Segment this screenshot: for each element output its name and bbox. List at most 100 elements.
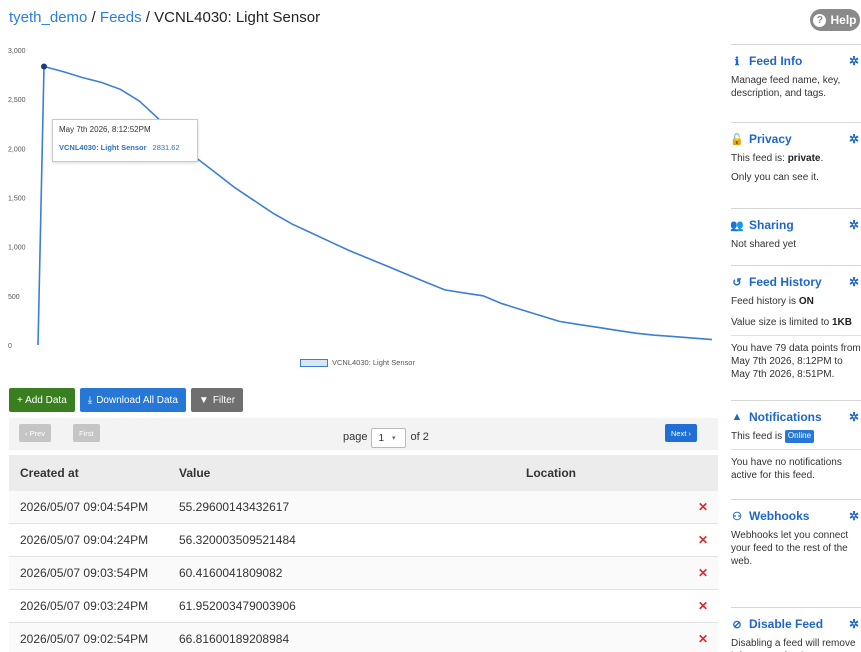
page-total: of 2 — [410, 431, 429, 443]
tooltip-value: 2831.62 — [152, 143, 180, 152]
disable-feed-heading[interactable]: ⊘ Disable Feed ✲ — [731, 617, 861, 631]
help-label: Help — [830, 13, 857, 27]
y-tick-label: 0 — [8, 343, 12, 350]
breadcrumb-user-link[interactable]: tyeth_demo — [9, 9, 87, 26]
line-chart: 0 500 1,000 1,500 2,000 2,500 3,000 May 7th 20… — [0, 40, 715, 380]
page-indicator: page 1 ▾ of 2 — [343, 426, 429, 448]
tooltip-series-name: VCNL4030: Light Sensor — [59, 143, 147, 152]
privacy-status-value: private — [787, 153, 821, 164]
warning-icon: ▲ — [731, 411, 743, 423]
history-size-value: 1KB — [831, 317, 852, 328]
privacy-note: Only you can see it. — [731, 172, 819, 183]
page-label: page — [343, 431, 368, 443]
cell-value: 66.81600189208984 — [179, 632, 290, 646]
ban-icon: ⊘ — [732, 618, 742, 631]
info-icon: ℹ — [734, 55, 740, 68]
cell-value: 60.4160041809082 — [179, 566, 283, 580]
table-row: 2026/05/07 09:04:24PM 56.320003509521484… — [9, 524, 718, 557]
header-created-at[interactable]: Created at — [20, 466, 79, 480]
prev-page-button[interactable]: ‹ Prev — [19, 424, 52, 442]
cell-created-at: 2026/05/07 09:03:54PM — [20, 566, 149, 580]
data-table: Created at Value Location 2026/05/07 09:… — [9, 455, 718, 652]
help-icon: ? — [813, 13, 827, 27]
gear-icon[interactable]: ✲ — [849, 410, 859, 424]
history-status-value: ON — [798, 296, 814, 307]
sharing-title: Sharing — [749, 218, 794, 232]
delete-icon[interactable]: ✕ — [698, 566, 708, 580]
table-header: Created at Value Location — [9, 455, 718, 491]
add-data-button[interactable]: + Add Data — [9, 388, 75, 412]
next-page-button[interactable]: Next › — [665, 424, 698, 442]
delete-icon[interactable]: ✕ — [698, 599, 708, 613]
history-points-text: You have 79 data points from May 7th 202… — [731, 335, 861, 381]
notifications-status-prefix: This feed is — [731, 431, 785, 442]
breadcrumb-feeds-link[interactable]: Feeds — [100, 9, 142, 26]
webhooks-text: Webhooks let you connect your feed to th… — [731, 530, 849, 567]
gear-icon[interactable]: ✲ — [849, 275, 859, 289]
feed-history-panel: ↺ Feed History ✲ Feed history is ON Valu… — [731, 265, 861, 381]
users-icon: 👥 — [730, 219, 744, 232]
highlighted-point[interactable] — [41, 63, 47, 70]
y-tick-label: 3,000 — [8, 48, 26, 55]
feed-info-title: Feed Info — [749, 54, 803, 68]
y-tick-label: 500 — [8, 294, 20, 301]
chevron-down-icon: ▾ — [392, 435, 396, 442]
chart-legend[interactable]: VCNL4030: Light Sensor — [300, 358, 415, 367]
header-value[interactable]: Value — [179, 466, 210, 480]
history-status-prefix: Feed history is — [731, 296, 799, 307]
delete-icon[interactable]: ✕ — [698, 500, 708, 514]
feed-info-heading[interactable]: ℹ Feed Info ✲ — [731, 54, 861, 68]
download-label: Download All Data — [96, 394, 178, 406]
y-tick-label: 1,000 — [8, 245, 26, 252]
download-all-button[interactable]: ⤓ Download All Data — [79, 388, 186, 412]
notifications-text: You have no notifications active for thi… — [731, 449, 861, 482]
gear-icon[interactable]: ✲ — [849, 218, 859, 232]
gear-icon[interactable]: ✲ — [849, 617, 859, 631]
first-page-button[interactable]: First — [73, 424, 100, 442]
page-select-value: 1 — [378, 432, 385, 444]
header-location[interactable]: Location — [526, 466, 576, 480]
history-status: Feed history is ON — [731, 295, 861, 308]
feed-history-heading[interactable]: ↺ Feed History ✲ — [731, 275, 861, 289]
cell-created-at: 2026/05/07 09:02:54PM — [20, 632, 149, 646]
gear-icon[interactable]: ✲ — [849, 509, 859, 523]
privacy-status-suffix: . — [820, 153, 824, 164]
privacy-status-prefix: This feed is: — [731, 153, 788, 164]
cell-value: 55.29600143432617 — [179, 500, 290, 514]
notifications-heading[interactable]: ▲ Notifications ✲ — [731, 410, 861, 424]
page-select[interactable]: 1 ▾ — [371, 428, 407, 448]
gear-icon[interactable]: ✲ — [849, 54, 859, 68]
y-tick-label: 2,000 — [8, 146, 26, 153]
webhook-icon: ⚇ — [732, 510, 742, 523]
y-tick-label: 2,500 — [8, 97, 26, 104]
cell-created-at: 2026/05/07 09:04:54PM — [20, 500, 149, 514]
sharing-heading[interactable]: 👥 Sharing ✲ — [730, 218, 861, 232]
cell-value: 56.320003509521484 — [179, 533, 296, 547]
help-button[interactable]: ? Help — [810, 9, 860, 31]
sharing-text: Not shared yet — [731, 239, 797, 250]
chart-canvas: 0 500 1,000 1,500 2,000 2,500 3,000 — [8, 48, 713, 350]
download-icon: ⤓ — [87, 394, 93, 406]
y-tick-label: 1,500 — [8, 196, 26, 203]
privacy-title: Privacy — [749, 132, 792, 146]
tooltip-date: May 7th 2026, 8:12:52PM — [59, 125, 151, 134]
delete-icon[interactable]: ✕ — [698, 632, 708, 646]
feed-info-text: Manage feed name, key, description, and … — [731, 75, 841, 99]
legend-label: VCNL4030: Light Sensor — [332, 358, 415, 367]
filter-button[interactable]: ▼ Filter — [190, 388, 244, 412]
sharing-panel: 👥 Sharing ✲ Not shared yet — [730, 208, 861, 251]
disable-feed-text: Disabling a feed will remove it from you… — [731, 638, 856, 652]
table-row: 2026/05/07 09:03:54PM 60.4160041809082 ✕ — [9, 557, 718, 590]
notifications-panel: ▲ Notifications ✲ This feed is Online Yo… — [731, 400, 861, 482]
webhooks-heading[interactable]: ⚇ Webhooks ✲ — [731, 509, 861, 523]
legend-swatch — [300, 358, 328, 367]
gear-icon[interactable]: ✲ — [849, 132, 859, 146]
privacy-heading[interactable]: 🔓 Privacy ✲ — [730, 132, 861, 146]
filter-icon: ▼ — [198, 394, 209, 406]
action-bar: + Add Data ⤓ Download All Data ▼ Filter — [9, 388, 244, 412]
filter-label: Filter — [212, 394, 236, 406]
feed-history-title: Feed History — [749, 275, 822, 289]
series-line[interactable] — [37, 65, 713, 346]
delete-icon[interactable]: ✕ — [698, 533, 708, 547]
lock-icon: 🔓 — [730, 133, 744, 146]
